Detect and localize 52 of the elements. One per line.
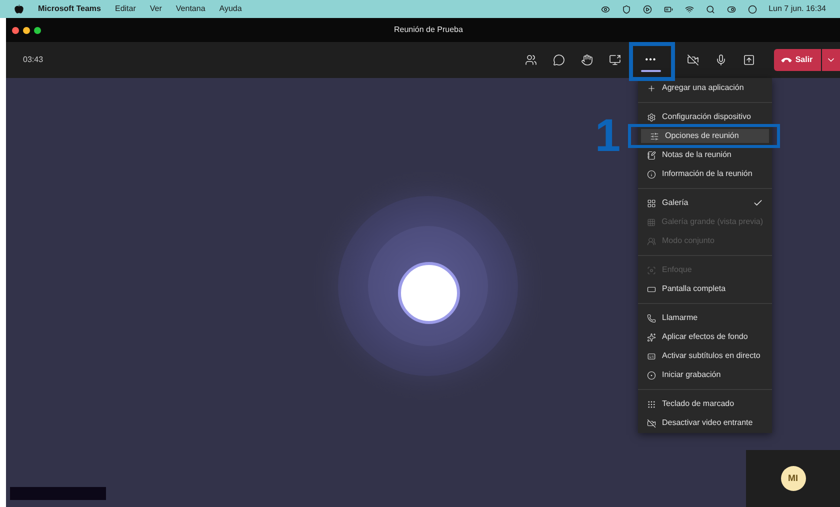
menu-option[interactable]: Aplicar efectos de fondo [638, 330, 772, 344]
people-icon [647, 236, 656, 246]
plus-icon [647, 84, 656, 92]
shield-icon[interactable] [622, 4, 631, 14]
info-icon [647, 170, 656, 178]
menu-option[interactable]: Notas de la reunión [638, 148, 772, 162]
menu-option[interactable]: Galería [638, 196, 772, 210]
leave-button[interactable]: Salir [774, 49, 821, 71]
notes-icon [647, 150, 656, 160]
menu-option[interactable]: Pantalla completa [638, 282, 772, 296]
eye-icon[interactable] [600, 4, 610, 14]
captions-icon [647, 352, 656, 360]
call-timer: 03:43 [23, 54, 44, 66]
wifi-icon[interactable] [684, 4, 694, 14]
grid-icon [647, 218, 656, 226]
menu-option[interactable]: Configuración dispositivo [638, 110, 772, 124]
sparkles-icon [647, 332, 656, 342]
menu-option[interactable]: Información de la reunión [638, 167, 772, 181]
fullscreen-icon [647, 284, 656, 294]
menu-item[interactable]: Editar [114, 3, 136, 15]
window-title: Reunión de Prueba [394, 24, 463, 36]
more-button[interactable]: ••• [629, 42, 673, 78]
menu-bar-clock: Lun 7 jun. 16:34 [768, 3, 826, 15]
siri-icon[interactable] [748, 4, 757, 14]
check-icon [753, 198, 763, 208]
menu-item[interactable]: Ventana [176, 3, 206, 15]
menu-option[interactable]: Opciones de reunión [641, 129, 769, 143]
sliders-icon [650, 132, 659, 140]
record-icon [647, 370, 656, 380]
gear-icon [647, 112, 656, 122]
highlight-frame [629, 42, 675, 81]
app-menu[interactable]: Microsoft Teams [38, 3, 101, 15]
menu-option[interactable]: Teclado de marcado [638, 397, 772, 411]
menu-option[interactable]: Agregar una aplicación [638, 81, 772, 95]
video-off-icon [647, 418, 656, 428]
menu-item[interactable]: Ayuda [219, 3, 242, 15]
menu-item[interactable]: Ver [150, 3, 162, 15]
play-icon[interactable] [642, 4, 652, 14]
toggle-icon[interactable] [726, 4, 736, 14]
step-number: 1 [595, 112, 621, 158]
dialpad-icon [647, 400, 656, 408]
menu-option[interactable]: Llamarme [638, 311, 772, 325]
apple-icon[interactable] [14, 4, 24, 14]
menu-option[interactable]: Desactivar video entrante [638, 416, 772, 430]
focus-icon [647, 266, 656, 274]
phone-icon [647, 314, 656, 322]
search-icon[interactable] [706, 4, 715, 14]
battery-icon[interactable] [664, 4, 673, 14]
menu-option[interactable]: Activar subtítulos en directo [638, 349, 772, 363]
grid-icon [647, 198, 656, 208]
menu-option[interactable]: Iniciar grabación [638, 368, 772, 382]
avatar-initials: MI [780, 466, 806, 491]
